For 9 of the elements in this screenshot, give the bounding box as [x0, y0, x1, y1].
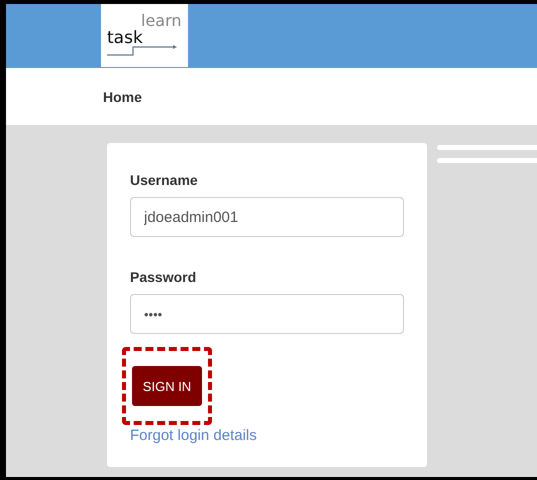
- password-field[interactable]: ••••: [130, 294, 404, 334]
- logo-text: learn: [141, 11, 182, 30]
- nav-link[interactable]: Home: [103, 88, 142, 104]
- forgot-login-link[interactable]: Forgot login details: [130, 427, 257, 444]
- sign-in-button[interactable]: SIGN IN: [132, 366, 202, 406]
- logo-text: task: [107, 28, 143, 48]
- field-label: Password: [130, 269, 196, 285]
- username-field[interactable]: jdoeadmin001: [130, 197, 404, 237]
- field-label: Username: [130, 172, 198, 188]
